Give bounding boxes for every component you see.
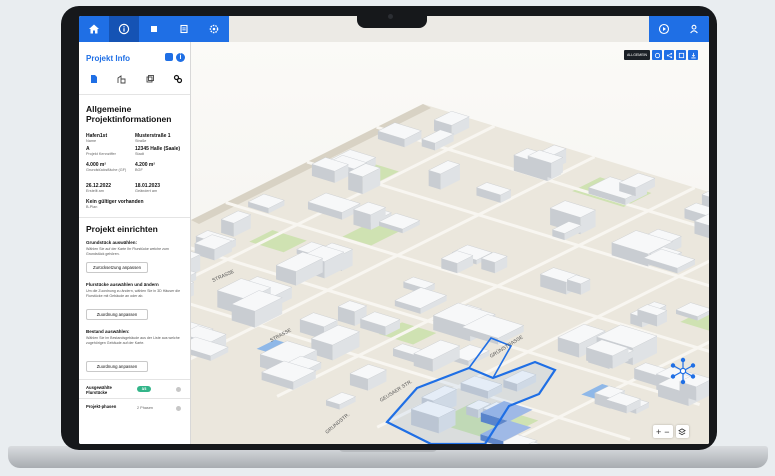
sidebar-divider <box>79 94 190 95</box>
navigation-compass-icon[interactable] <box>668 356 698 386</box>
view-button[interactable] <box>652 50 663 60</box>
grid-button[interactable] <box>676 50 687 60</box>
eye-icon <box>654 52 660 58</box>
layers-icon <box>678 427 686 435</box>
project-phases-label: Projekt-phasen <box>86 404 117 409</box>
gear-icon <box>209 24 219 34</box>
share-icon <box>666 52 672 58</box>
tab-layers[interactable] <box>143 72 157 86</box>
info-icon <box>118 23 130 35</box>
selected-parcels-label: Ausgewählte Flurstücke <box>86 385 112 395</box>
building-button[interactable] <box>139 16 169 42</box>
settings-button[interactable] <box>199 16 229 42</box>
step-description: Um die Zuordnung zu ändern, wählen Sie i… <box>86 289 181 298</box>
chevron-right-icon[interactable] <box>176 406 181 411</box>
selected-parcels-badge: 3/3 <box>137 386 151 392</box>
user-button[interactable] <box>679 16 709 42</box>
home-icon <box>89 24 99 34</box>
field-created-label: Erstellt am <box>86 189 104 193</box>
section-divider <box>79 217 190 218</box>
layers-icon <box>146 75 154 83</box>
play-icon <box>658 23 670 35</box>
cube-icon <box>151 26 157 32</box>
section-title-setup: Projekt einrichten <box>86 224 158 234</box>
buildings-icon <box>117 75 126 84</box>
camera-notch <box>357 6 427 28</box>
step-description: Wählen Sie auf der Karte Ihr Flurstücke … <box>86 247 169 256</box>
tab-link[interactable] <box>171 72 185 86</box>
download-button[interactable] <box>688 50 699 60</box>
field-city-label: Stadt <box>135 152 144 156</box>
field-area-label: Grundstücksfläche (GF) <box>86 168 127 172</box>
city-3d-map[interactable]: STRASSE GRUNDSTR. GRÜNSTRASSE STRASSE GE… <box>191 42 709 444</box>
zoom-controls: + − <box>653 425 689 438</box>
tab-document[interactable] <box>87 72 101 86</box>
adjust-stock-button[interactable]: Zuordnung anpassen <box>86 361 148 372</box>
grid-icon <box>678 52 684 58</box>
section-divider <box>79 379 190 380</box>
reset-parcel-button[interactable]: Zurücksetzung anpassen <box>86 262 148 273</box>
plan-status-label: B-Plan <box>86 205 98 209</box>
step-description: Wählen Sie im Bestandsgebäude aus der Li… <box>86 336 180 345</box>
section-divider <box>79 398 190 399</box>
zoom-out-button[interactable]: − <box>664 426 669 438</box>
document-button[interactable] <box>169 16 199 42</box>
document-icon <box>91 75 97 83</box>
section-title-general: Allgemeine Projektinformationen <box>86 104 172 124</box>
field-code-label: Projekt Kennziffer <box>86 152 116 156</box>
sidebar-header-actions: i <box>165 53 185 62</box>
map-toolbar: ALLGEMEIN <box>624 50 699 60</box>
zoom-control-group: + − <box>653 425 673 438</box>
field-name-label: Name <box>86 139 97 143</box>
project-info-button[interactable] <box>109 16 139 42</box>
step-title: Grundstück auswählen: <box>86 240 138 245</box>
project-phases-value: 2 Phasen <box>137 406 154 410</box>
home-button[interactable] <box>79 16 109 42</box>
sidebar-tabs <box>87 72 185 86</box>
link-icon <box>173 74 183 84</box>
project-info-sidebar: Projekt Info i Allgemeine Projektinforma… <box>79 42 191 444</box>
app-screen: Projekt Info i Allgemeine Projektinforma… <box>79 16 709 444</box>
user-icon <box>690 24 698 34</box>
help-icon[interactable]: i <box>176 53 185 62</box>
field-bgf-label: BGF <box>135 168 143 172</box>
document-icon <box>180 24 188 34</box>
edit-icon[interactable] <box>165 53 173 61</box>
zoom-in-button[interactable]: + <box>656 426 661 438</box>
map-mode-button[interactable]: ALLGEMEIN <box>624 50 651 60</box>
field-modified-label: Geändert am <box>135 189 158 193</box>
sidebar-title: Projekt Info <box>86 54 131 63</box>
camera-lens <box>388 14 393 19</box>
chevron-right-icon[interactable] <box>176 387 181 392</box>
field-street-label: Straße <box>135 139 147 143</box>
map-canvas[interactable]: STRASSE GRUNDSTR. GRÜNSTRASSE STRASSE GE… <box>191 42 709 444</box>
tab-buildings[interactable] <box>115 72 129 86</box>
step-title: Bestand auswählen: <box>86 329 130 334</box>
adjust-assignment-button[interactable]: Zuordnung anpassen <box>86 309 148 320</box>
play-button[interactable] <box>649 16 679 42</box>
share-button[interactable] <box>664 50 675 60</box>
download-icon <box>690 52 696 58</box>
basemap-button[interactable] <box>675 425 689 438</box>
step-title: Flurstücke auswählen und ändern <box>86 282 159 287</box>
